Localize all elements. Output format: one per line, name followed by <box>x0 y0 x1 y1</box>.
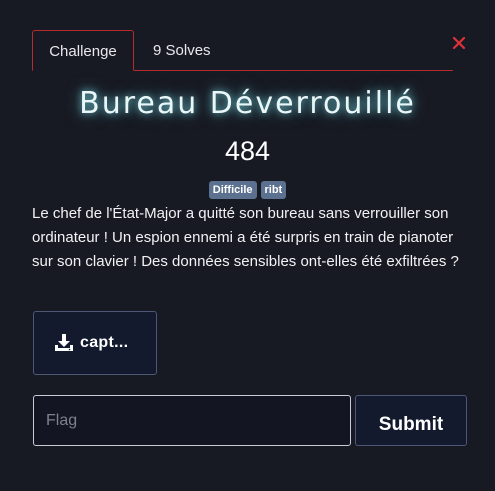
close-icon[interactable] <box>451 35 467 51</box>
flag-input[interactable] <box>33 395 351 446</box>
challenge-title: Bureau Déverrouillé <box>79 86 416 121</box>
tag-list: Difficile ribt <box>0 181 495 199</box>
file-name-label: capt... <box>80 334 129 351</box>
challenge-points: 484 <box>224 136 271 166</box>
tab-solves[interactable]: 9 Solves <box>153 30 211 70</box>
challenge-modal: Challenge 9 Solves Bureau Déverrouillé 4… <box>0 0 495 491</box>
tag-badge-difficulty: Difficile <box>208 181 257 199</box>
submit-button[interactable]: Submit <box>355 395 467 446</box>
download-file-button[interactable]: capt... <box>33 311 157 375</box>
tab-challenge[interactable]: Challenge <box>32 30 134 71</box>
challenge-description: Le chef de l'État-Major a quitté son bur… <box>32 205 459 270</box>
download-icon <box>54 333 74 353</box>
tab-bar: Challenge 9 Solves <box>32 30 453 71</box>
tag-badge-author: ribt <box>260 181 287 199</box>
